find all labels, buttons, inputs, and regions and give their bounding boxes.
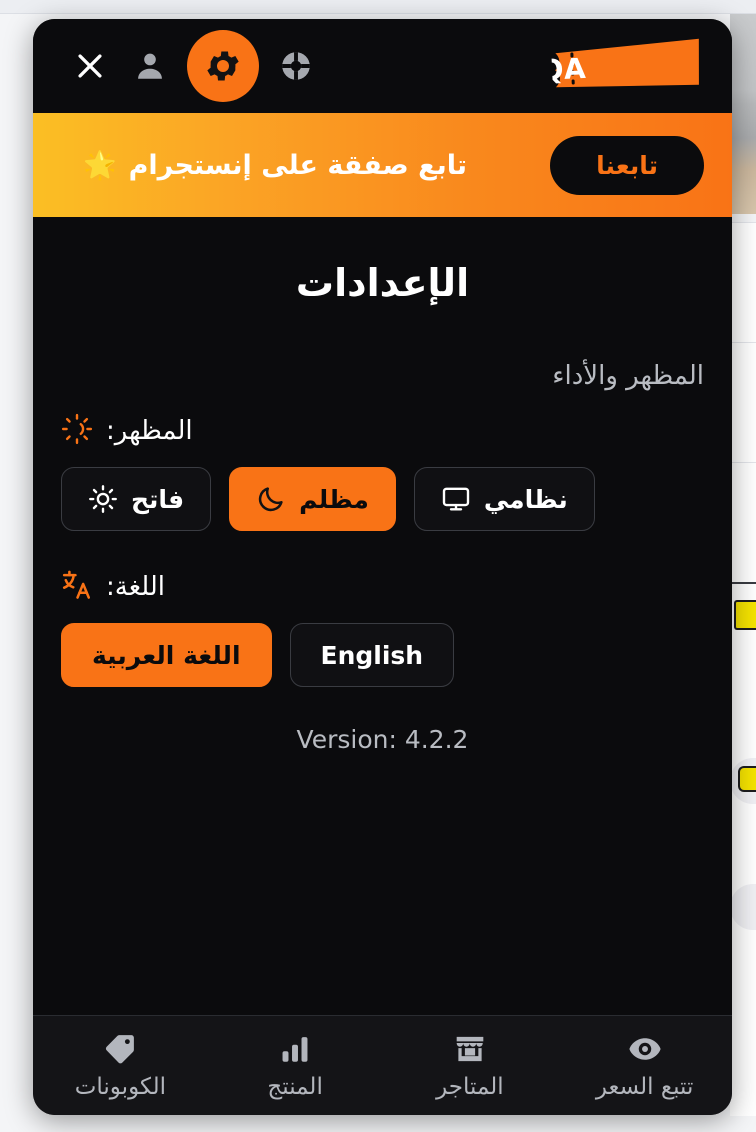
tag-icon xyxy=(103,1032,137,1066)
background-card xyxy=(730,582,756,1116)
background-store-badge xyxy=(734,600,756,630)
monitor-icon xyxy=(441,484,471,514)
settings-content: الإعدادات المظهر والأداء المظهر: فاتح مظ… xyxy=(33,217,732,1015)
sun-icon xyxy=(88,484,118,514)
bottom-navigation: الكوبونات المنتج المتاجر تتبع السعر xyxy=(33,1015,732,1115)
user-icon[interactable] xyxy=(127,43,173,89)
sun-moon-icon xyxy=(61,413,93,449)
app-version: Version: 4.2.2 xyxy=(296,725,469,754)
nav-item-price-tracking[interactable]: تتبع السعر xyxy=(557,1032,732,1100)
header-icon-group xyxy=(67,30,319,102)
nav-item-product[interactable]: المنتج xyxy=(208,1032,383,1100)
nav-item-price-tracking-label: تتبع السعر xyxy=(595,1073,694,1100)
nav-item-coupons-label: الكوبونات xyxy=(74,1073,167,1100)
svg-text:SAFQA: SAFQA xyxy=(551,52,587,90)
language-options: اللغة العربية English xyxy=(61,623,704,687)
nav-item-product-label: المنتج xyxy=(267,1073,323,1100)
nav-item-coupons[interactable]: الكوبونات xyxy=(33,1032,208,1100)
moon-icon xyxy=(256,484,286,514)
language-option-arabic[interactable]: اللغة العربية xyxy=(61,623,272,687)
language-label: اللغة: xyxy=(106,572,165,602)
background-card xyxy=(730,342,756,462)
theme-label: المظهر: xyxy=(106,416,193,446)
nav-item-stores[interactable]: المتاجر xyxy=(383,1032,558,1100)
store-icon xyxy=(453,1032,487,1066)
settings-modal: SAFQA 🌟 تابع صفقة على إنستجرام تابعنا ال… xyxy=(33,19,732,1115)
theme-field-label: المظهر: xyxy=(61,413,704,449)
section-heading-appearance: المظهر والأداء xyxy=(552,361,704,391)
language-field-label: اللغة: xyxy=(61,569,704,605)
theme-option-system-label: نظامي xyxy=(483,484,568,514)
translate-icon xyxy=(61,569,93,605)
gear-icon[interactable] xyxy=(187,30,259,102)
theme-options: فاتح مظلم نظامي xyxy=(61,467,704,531)
instagram-promo-banner: 🌟 تابع صفقة على إنستجرام تابعنا xyxy=(33,113,732,217)
language-option-english[interactable]: English xyxy=(289,623,455,687)
theme-option-dark-label: مظلم xyxy=(299,484,369,514)
banner-text-label: تابع صفقة على إنستجرام xyxy=(128,149,467,181)
safqa-logo: SAFQA xyxy=(551,33,706,100)
follow-us-button[interactable]: تابعنا xyxy=(550,135,704,195)
background-coupon-badge xyxy=(738,766,756,792)
theme-option-system[interactable]: نظامي xyxy=(413,467,595,531)
close-icon[interactable] xyxy=(67,43,113,89)
page-title: الإعدادات xyxy=(295,261,470,305)
background-card xyxy=(730,462,756,582)
background-product-photo xyxy=(730,14,756,214)
banner-message: 🌟 تابع صفقة على إنستجرام xyxy=(83,150,467,181)
sparkle-star-icon: 🌟 xyxy=(83,149,117,181)
bar-chart-icon xyxy=(278,1032,312,1066)
theme-option-light-label: فاتح xyxy=(131,484,185,514)
nav-item-stores-label: المتاجر xyxy=(436,1073,504,1100)
background-browser-topbar xyxy=(0,0,756,14)
theme-option-light[interactable]: فاتح xyxy=(61,467,212,531)
modal-header: SAFQA xyxy=(33,19,732,113)
background-card xyxy=(730,222,756,342)
eye-icon xyxy=(628,1032,662,1066)
lifebuoy-icon[interactable] xyxy=(273,43,319,89)
theme-option-dark[interactable]: مظلم xyxy=(229,467,396,531)
